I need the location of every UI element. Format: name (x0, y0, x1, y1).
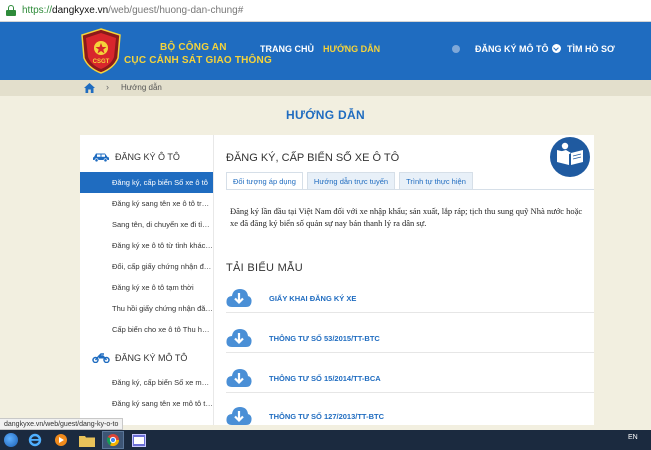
sidebar-item-car-transfer-same[interactable]: Đăng ký sang tên xe ô tô trong cùng tỉnh (80, 193, 213, 214)
nav-guide[interactable]: HƯỚNG DẪN (323, 44, 380, 54)
cloud-download-icon (226, 329, 252, 347)
address-bar[interactable]: https://dangkyxe.vn/web/guest/huong-dan-… (0, 0, 651, 22)
brand-line-2: CỤC CẢNH SÁT GIAO THÔNG (124, 55, 272, 66)
content-tabs: Đối tượng áp dụng Hướng dẫn trực tuyến T… (226, 172, 477, 190)
chevron-down-icon (551, 44, 561, 53)
download-item[interactable]: THÔNG TƯ SỐ 15/2014/TT-BCA (226, 365, 594, 393)
sidebar-item-moto-register[interactable]: Đăng ký, cấp biển Số xe mô tô (80, 372, 213, 393)
breadcrumb-separator-icon: › (106, 82, 109, 92)
ie-icon[interactable] (24, 431, 46, 449)
folder-icon[interactable] (76, 431, 98, 449)
sidebar-item-car-reissue[interactable]: Đổi, cấp giấy chứng nhận đăng ký, biển s… (80, 256, 213, 277)
home-icon[interactable] (84, 83, 95, 93)
app-window-icon[interactable] (128, 431, 150, 449)
start-button[interactable] (4, 433, 18, 447)
main-content: ĐĂNG KÝ, CẤP BIỂN SỐ XE Ô TÔ Đối tượng á… (213, 135, 594, 425)
tab-divider (226, 189, 594, 190)
download-item[interactable]: THÔNG TƯ SỐ 53/2015/TT-BTC (226, 325, 594, 353)
nav-home[interactable]: TRANG CHỦ (260, 44, 314, 54)
reading-book-icon (550, 137, 590, 177)
download-item[interactable]: THÔNG TƯ SỐ 127/2013/TT-BTC (226, 403, 594, 425)
description-paragraph: Đăng ký lần đầu tại Việt Nam đối với xe … (230, 206, 583, 228)
svg-text:CSGT: CSGT (93, 59, 110, 65)
page-title: HƯỚNG DẪN (286, 108, 365, 122)
cloud-download-icon (226, 407, 252, 425)
sidebar-item-car-register[interactable]: Đăng ký, cấp biển Số xe ô tô (80, 172, 213, 193)
nav-find-record[interactable]: TÌM HỒ SƠ (567, 44, 615, 54)
sidebar-item-car-transfer-other[interactable]: Sang tên, di chuyển xe đi tỉnh, thành ph… (80, 214, 213, 235)
media-player-icon[interactable] (50, 431, 72, 449)
sidebar: ĐĂNG KÝ Ô TÔ Đăng ký, cấp biển Số xe ô t… (80, 135, 213, 425)
lock-icon (6, 5, 16, 16)
language-indicator[interactable]: EN (628, 434, 638, 441)
download-link[interactable]: THÔNG TƯ SỐ 127/2013/TT-BTC (269, 412, 384, 421)
tab-procedure[interactable]: Trình tự thực hiện (399, 172, 473, 190)
sidebar-item-car-plate[interactable]: Cấp biển cho xe ô tô Thu hồi, cấp lại (80, 319, 213, 340)
nav-register-moto[interactable]: ĐĂNG KÝ MÔ TÔ (475, 44, 561, 54)
downloads-title: TẢI BIỂU MẪU (226, 262, 303, 274)
main-title: ĐĂNG KÝ, CẤP BIỂN SỐ XE Ô TÔ (226, 152, 400, 164)
download-link[interactable]: THÔNG TƯ SỐ 15/2014/TT-BCA (269, 374, 381, 383)
breadcrumb-current: Hướng dẫn (121, 83, 162, 92)
sidebar-item-car-incoming[interactable]: Đăng ký xe ô tô từ tỉnh khác chuyển đến (80, 235, 213, 256)
tab-applicable-subjects[interactable]: Đối tượng áp dụng (226, 172, 303, 190)
download-link[interactable]: GIẤY KHAI ĐĂNG KÝ XE (269, 294, 356, 303)
chrome-icon[interactable] (102, 431, 124, 449)
download-item[interactable]: GIẤY KHAI ĐĂNG KÝ XE (226, 285, 594, 313)
sidebar-section-moto[interactable]: ĐĂNG KÝ MÔ TÔ (80, 348, 213, 368)
site-header: CSGT BỘ CÔNG AN CỤC CẢNH SÁT GIAO THÔNG … (0, 22, 651, 80)
motorbike-icon (92, 353, 110, 363)
police-logo-icon[interactable]: CSGT (80, 28, 122, 74)
nav-circle-icon[interactable] (452, 45, 460, 53)
breadcrumb: › Hướng dẫn (0, 80, 651, 96)
sidebar-item-car-revoke[interactable]: Thu hồi giấy chứng nhận đăng ký, biển số… (80, 298, 213, 319)
sidebar-item-moto-transfer[interactable]: Đăng ký sang tên xe mô tô trong cùng tỉn… (80, 393, 213, 414)
status-url-preview: dangkyxe.vn/web/guest/dang-ky-o-to (0, 418, 124, 430)
sidebar-item-car-temporary[interactable]: Đăng ký xe ô tô tạm thời (80, 277, 213, 298)
tab-online-guide[interactable]: Hướng dẫn trực tuyến (306, 172, 396, 190)
brand-line-1: BỘ CÔNG AN (160, 42, 227, 53)
car-icon (93, 153, 109, 162)
cloud-download-icon (226, 369, 252, 387)
url-text[interactable]: https://dangkyxe.vn/web/guest/huong-dan-… (22, 5, 243, 16)
taskbar (0, 430, 651, 450)
cloud-download-icon (226, 289, 252, 307)
sidebar-section-car[interactable]: ĐĂNG KÝ Ô TÔ (80, 147, 213, 167)
download-link[interactable]: THÔNG TƯ SỐ 53/2015/TT-BTC (269, 334, 380, 343)
